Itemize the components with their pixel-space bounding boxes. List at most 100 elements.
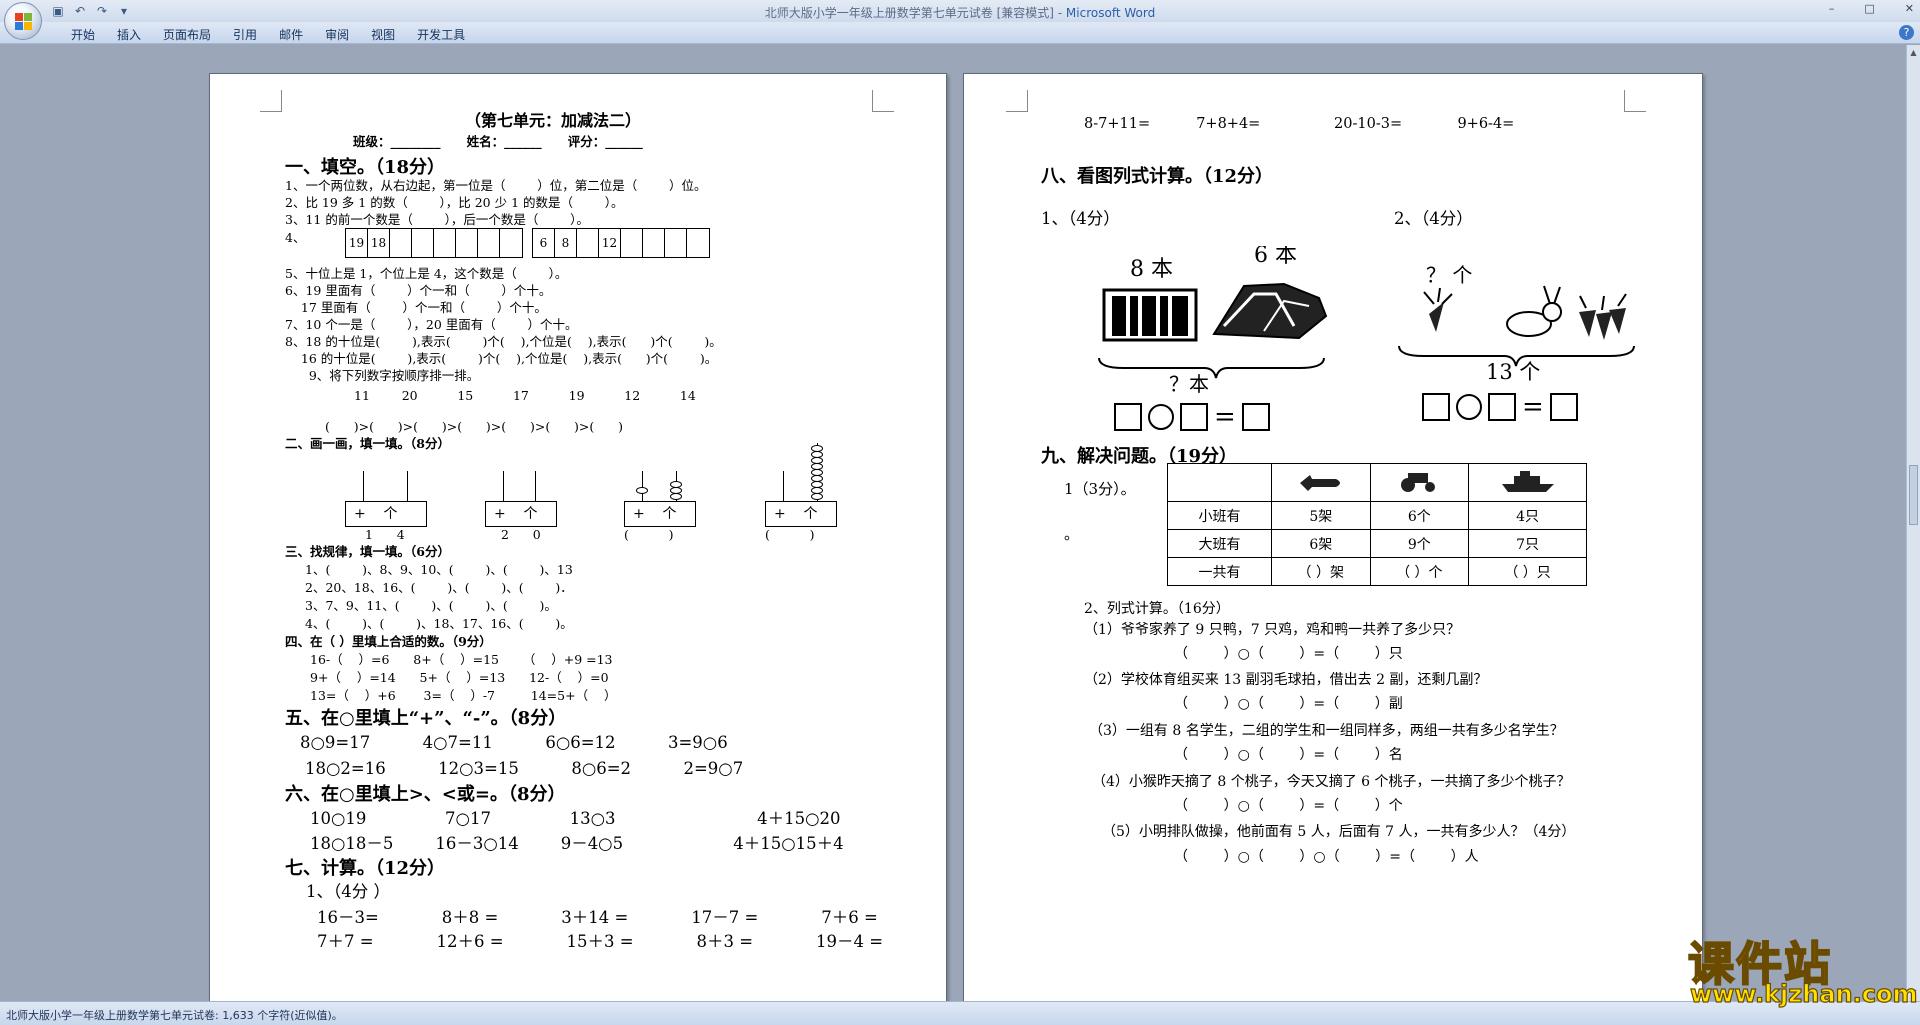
word-problem: （2）学校体育组买来 13 副羽毛球拍，借出去 2 副，还剩几副？ — [1084, 672, 1488, 688]
page-2: 8-7+11= 7+8+4= 20-10-3= 9+6-4= 八、看图列式计算。… — [963, 73, 1703, 1001]
word-problem: （4）小猴昨天摘了 8 个桃子，今天又摘了 6 个桃子，一共摘了多少个桃子？ — [1092, 774, 1571, 790]
window-title: 北师大版小学一年级上册数学第七单元试卷 [兼容模式] - Microsoft W… — [0, 4, 1920, 21]
fallen-books-icon — [1212, 282, 1328, 340]
answer-box[interactable] — [1422, 393, 1450, 421]
tab-home[interactable]: 开始 — [60, 26, 106, 43]
maximize-button[interactable]: □ — [1864, 2, 1874, 15]
question-books: ？本 — [1169, 372, 1209, 396]
answer-box[interactable] — [1114, 403, 1142, 431]
operator-circle[interactable] — [1456, 394, 1482, 420]
grid-cell — [577, 229, 599, 257]
grid-cell: 6 — [533, 229, 555, 257]
grid-cell — [456, 229, 478, 257]
grid-cell — [643, 229, 665, 257]
carrot-pile-icon — [1579, 293, 1627, 340]
status-text: 北师大版小学一年级上册数学第七单元试卷: 1,633 个字符(近似值)。 — [6, 1009, 343, 1022]
answer-box[interactable] — [1180, 403, 1208, 431]
answer-box[interactable] — [1549, 393, 1578, 421]
answer-box[interactable] — [1241, 403, 1270, 431]
question-line: 16-（ ）=6 8+（ ）=15 （ ）+9 =13 — [310, 652, 613, 667]
tab-review[interactable]: 审阅 — [314, 26, 360, 43]
bead — [670, 493, 682, 500]
table-cell: 一共有 — [1167, 557, 1272, 586]
tab-page-layout[interactable]: 页面布局 — [152, 26, 222, 43]
status-bar: 北师大版小学一年级上册数学第七单元试卷: 1,633 个字符(近似值)。 — [0, 1001, 1920, 1025]
rabbit-icon — [1506, 285, 1562, 337]
scroll-thumb[interactable] — [1909, 465, 1918, 525]
table-cell: 大班有 — [1167, 529, 1272, 558]
tab-insert[interactable]: 插入 — [106, 26, 152, 43]
table-cell: 7只 — [1468, 529, 1587, 558]
tab-view[interactable]: 视图 — [360, 26, 406, 43]
section-8-q1: 1、（4分） — [1041, 209, 1120, 228]
office-logo-icon — [15, 13, 33, 31]
question-line: 2、比 19 多 1 的数（ ），比 20 少 1 的数是（ ）。 — [285, 195, 624, 210]
question-line: 5、十位上是 1，个位上是 4，这个数是（ ）。 — [285, 266, 568, 281]
grid-cell — [478, 229, 500, 257]
question-line: 17 里面有（ ）个一和（ ）个十。 — [285, 300, 547, 315]
question-line: 18○18－5 16－3○14 9－4○5 4＋15○15＋4 — [310, 834, 844, 853]
abacus-base: + 个 — [624, 501, 696, 527]
table-row — [1167, 463, 1587, 502]
operator-circle[interactable] — [1148, 404, 1174, 430]
vertical-scrollbar[interactable]: ▲ ▼ — [1906, 45, 1920, 1001]
question-line: 16－3= 8＋8 = 3＋14 = 17－7 = 7＋6 = — [317, 908, 878, 927]
label-13-total: 13 个 — [1486, 360, 1541, 384]
section-9-q1: 1（3分）。 — [1064, 480, 1136, 498]
vehicle-table: 小班有 5架 6个 4只 大班有 6架 9个 7只 一共有 （ ）架 （ ）个 … — [1167, 463, 1587, 586]
window-controls: – □ ✕ — [1829, 2, 1914, 15]
grid-cell — [412, 229, 434, 257]
grid-cell — [687, 229, 709, 257]
question-line: 10○19 7○17 13○3 4＋15○20 — [310, 809, 841, 828]
number-grid-2: 6 8 12 — [532, 228, 710, 258]
answer-line: （ ）○（ ）=（ ）名 — [1174, 747, 1403, 763]
abacus-value: ( ) — [624, 527, 674, 542]
number-grid-1: 19 18 — [345, 228, 523, 258]
section-2-heading: 二、画一画，填一填。（8分） — [285, 436, 450, 451]
minimize-button[interactable]: – — [1829, 2, 1835, 15]
ship-icon — [1468, 463, 1587, 502]
bead — [670, 481, 682, 488]
table-cell: 4只 — [1468, 501, 1587, 530]
word-problem: （3）一组有 8 名学生，二组的学生和一组同样多，两组一共有多少名学生？ — [1089, 723, 1564, 739]
table-cell: 小班有 — [1167, 501, 1272, 530]
abacus-value: 2 0 — [501, 527, 541, 542]
crop-mark — [872, 90, 894, 112]
grid-cell: 12 — [599, 229, 621, 257]
grid-cell: 8 — [555, 229, 577, 257]
tab-references[interactable]: 引用 — [222, 26, 268, 43]
section-1-heading: 一、填空。（18分） — [285, 157, 446, 178]
grid-cell — [500, 229, 522, 257]
section-4-heading: 四、在（ ）里填上合适的数。（9分） — [285, 634, 492, 649]
table-cell: 6架 — [1271, 529, 1371, 558]
crop-mark — [260, 90, 282, 112]
books-picture: 8 本 6 本 — [1102, 246, 1328, 342]
table-row: 一共有 （ ）架 （ ）个 （ ）只 — [1167, 557, 1587, 586]
section-7-heading: 七、计算。（12分） — [285, 858, 446, 879]
question-line: 18○2=16 12○3=15 8○6=2 2=9○7 — [305, 759, 744, 778]
site-watermark-logo: 课件站 www.kjzhan.com — [1678, 928, 1918, 1009]
crop-mark — [1006, 90, 1028, 112]
office-button[interactable] — [4, 2, 42, 40]
help-icon[interactable]: ? — [1899, 25, 1914, 40]
section-7-sub: 1、（4分 ） — [306, 882, 390, 901]
ordering-numbers: 11 20 15 17 19 12 14 — [354, 388, 696, 403]
tab-mailings[interactable]: 邮件 — [268, 26, 314, 43]
answer-box[interactable] — [1488, 393, 1516, 421]
answer-line: （ ）○（ ）○（ ）=（ ）人 — [1174, 849, 1479, 865]
grid-cell: 18 — [368, 229, 390, 257]
close-button[interactable]: ✕ — [1905, 2, 1914, 15]
section-3-heading: 三、找规律，填一填。（6分） — [285, 544, 450, 559]
table-cell: 9个 — [1369, 529, 1470, 558]
question-line: 3、7、9、11、( )、( )、( )。 — [305, 598, 557, 613]
brace-1 — [1098, 357, 1325, 379]
section-6-heading: 六、在○里填上>、<或=。（8分） — [285, 784, 566, 805]
table-cell: 6个 — [1369, 501, 1470, 530]
carrots-picture: ？ 个 — [1423, 263, 1627, 340]
scroll-up-icon[interactable]: ▲ — [1908, 47, 1919, 59]
tractor-icon — [1369, 463, 1470, 502]
ribbon-tabs: 开始 插入 页面布局 引用 邮件 审阅 视图 开发工具 — [60, 26, 476, 43]
question-line: 2、20、18、16、( )、( )、( )． — [305, 580, 573, 595]
bead — [670, 487, 682, 494]
tab-developer[interactable]: 开发工具 — [406, 26, 476, 43]
